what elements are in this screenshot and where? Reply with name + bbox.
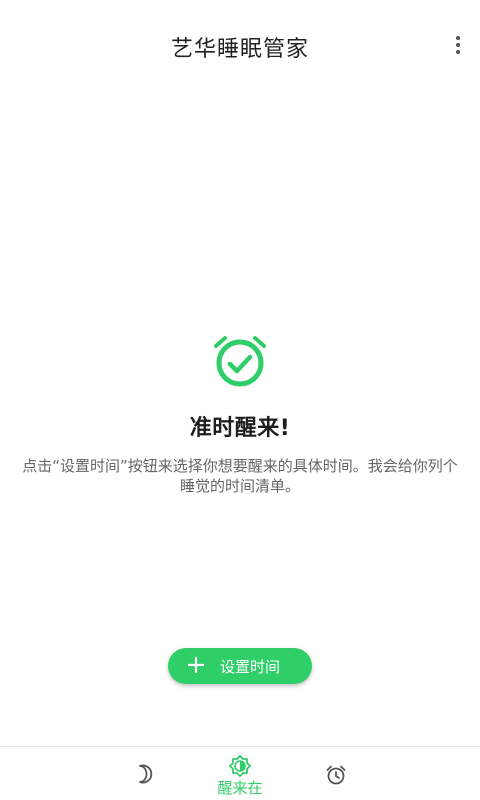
more-dot [456,43,460,47]
app-title: 艺华睡眠管家 [170,37,309,62]
set-time-label: 设置时间 [220,658,281,676]
moon-icon [139,764,153,784]
sun-alarm-icon [229,755,251,777]
empty-description: 点击“设置时间”按钮来选择你想要醒来的具体时间。我会给你列个睡觉的时间清单。 [22,457,458,495]
screen: 艺华睡眠管家 准时醒来! 点击“设置时间”按钮来选择你想要醒来的具体时间。我会给… [0,0,480,800]
nav-item-sleep[interactable] [96,747,192,800]
more-vert-icon[interactable] [446,30,470,60]
empty-state: 准时醒来! 点击“设置时间”按钮来选择你想要醒来的具体时间。我会给你列个睡觉的时… [0,330,480,496]
nav-item-alarm[interactable] [288,747,384,800]
bottom-nav: 醒来在 [0,746,480,800]
nav-label-wake: 醒来在 [217,779,263,797]
alarm-check-icon [214,336,266,387]
more-dot [456,36,460,40]
plus-icon [188,657,204,673]
more-dot [456,50,460,54]
app-bar: 艺华睡眠管家 [0,0,480,96]
set-time-button[interactable]: 设置时间 [168,648,312,684]
nav-item-wake[interactable]: 醒来在 [192,747,288,800]
empty-title: 准时醒来! [189,416,291,441]
alarm-clock-icon [326,765,346,785]
